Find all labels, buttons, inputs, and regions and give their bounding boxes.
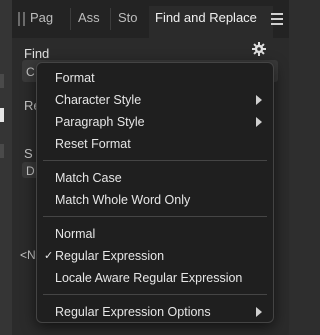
tool-marker bbox=[0, 108, 4, 122]
tool-marker bbox=[0, 144, 4, 158]
menu-item-label: Locale Aware Regular Expression bbox=[55, 271, 243, 285]
tab-stock[interactable]: Sto bbox=[118, 10, 138, 25]
menu-item-label: Normal bbox=[55, 227, 96, 241]
tab-divider bbox=[70, 8, 71, 30]
tool-marker bbox=[0, 74, 4, 88]
submenu-arrow-icon bbox=[256, 117, 262, 127]
menu-item-match-whole-word-only[interactable]: Match Whole Word Only bbox=[37, 189, 273, 211]
menu-item-regular-expression-options[interactable]: Regular Expression Options bbox=[37, 301, 273, 323]
menu-item-regular-expression[interactable]: ✓ Regular Expression bbox=[37, 245, 273, 267]
menu-item-match-case[interactable]: Match Case bbox=[37, 167, 273, 189]
menu-item-locale-aware-regular-expression[interactable]: Locale Aware Regular Expression bbox=[37, 267, 273, 289]
menu-item-character-style[interactable]: Character Style bbox=[37, 89, 273, 111]
menu-item-label: Character Style bbox=[55, 93, 142, 107]
drag-grip-icon[interactable] bbox=[18, 12, 28, 26]
menu-item-label: Match Case bbox=[55, 171, 122, 185]
menu-item-format[interactable]: Format bbox=[37, 67, 273, 89]
menu-item-label: Reset Format bbox=[55, 137, 131, 151]
scope-label: S bbox=[24, 146, 33, 161]
tab-assets[interactable]: Ass bbox=[78, 10, 100, 25]
left-tool-strip bbox=[0, 0, 12, 335]
tab-pages[interactable]: Pag bbox=[30, 10, 53, 25]
tab-find-and-replace[interactable]: Find and Replace bbox=[155, 10, 257, 25]
menu-separator bbox=[43, 216, 267, 217]
panel-tab-bar: Pag Ass Sto Find and Replace bbox=[12, 0, 289, 38]
menu-separator bbox=[43, 160, 267, 161]
menu-item-label: Regular Expression Options bbox=[55, 305, 211, 319]
submenu-arrow-icon bbox=[256, 307, 262, 317]
menu-item-paragraph-style[interactable]: Paragraph Style bbox=[37, 111, 273, 133]
find-input-text: C bbox=[26, 65, 35, 79]
results-text: <N bbox=[20, 248, 36, 262]
find-options-menu: Format Character Style Paragraph Style Rese… bbox=[36, 62, 274, 323]
menu-item-label: Paragraph Style bbox=[55, 115, 145, 129]
find-label: Find bbox=[24, 46, 50, 61]
menu-item-normal[interactable]: Normal bbox=[37, 223, 273, 245]
scope-field-text: D bbox=[26, 164, 35, 178]
tab-divider bbox=[110, 8, 111, 30]
submenu-arrow-icon bbox=[256, 95, 262, 105]
menu-item-label: Match Whole Word Only bbox=[55, 193, 191, 207]
checkmark-icon: ✓ bbox=[44, 250, 54, 262]
menu-separator bbox=[43, 294, 267, 295]
menu-item-label: Regular Expression bbox=[55, 249, 165, 263]
menu-item-label: Format bbox=[55, 71, 95, 85]
panel-menu-icon[interactable] bbox=[271, 13, 285, 25]
gear-icon[interactable] bbox=[252, 42, 266, 56]
menu-item-reset-format[interactable]: Reset Format bbox=[37, 133, 273, 155]
